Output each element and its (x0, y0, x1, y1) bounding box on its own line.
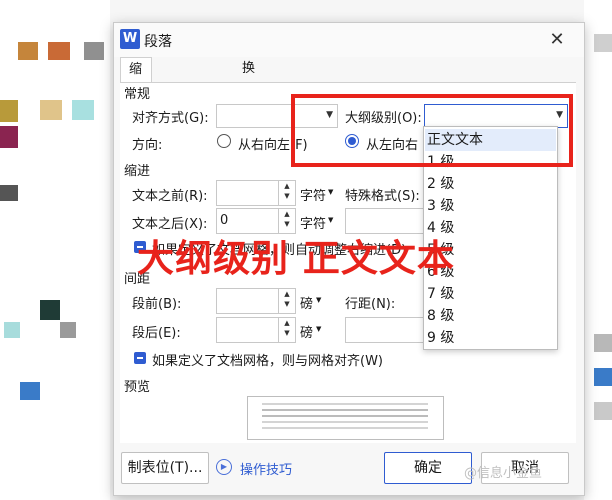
indent-before-unit[interactable]: 字符 (300, 185, 326, 204)
direction-label: 方向: (132, 138, 163, 153)
indent-before-input[interactable]: ▲ ▼ (216, 180, 296, 206)
preview-line (262, 403, 428, 405)
space-before-input[interactable]: ▲ ▼ (216, 288, 296, 314)
line-spacing-select[interactable] (345, 317, 427, 343)
background-block (594, 34, 612, 52)
indent-before-label: 文本之前(R): (132, 189, 208, 204)
preview-line (262, 409, 428, 411)
space-after-label: 段后(E): (132, 326, 181, 341)
indent-after-value: 0 (220, 213, 229, 228)
dialog-titlebar: W 段落 ✕ (114, 23, 584, 57)
background-block (84, 42, 104, 60)
chevron-down-icon: ▼ (316, 296, 322, 304)
background-block (594, 368, 612, 386)
background-column-right (584, 0, 612, 500)
background-block (594, 402, 612, 420)
tab-line-page-breaks[interactable]: 换行和分页(P) (234, 57, 268, 196)
background-block (72, 100, 94, 120)
tips-link[interactable]: 操作技巧 (240, 459, 292, 478)
background-block (18, 42, 38, 60)
section-indent: 缩进 (124, 164, 151, 179)
background-block (0, 126, 18, 148)
chevron-down-icon: ▼ (328, 216, 334, 224)
background-block (4, 322, 20, 338)
section-general: 常规 (124, 87, 151, 102)
background-block (0, 185, 18, 201)
dropdown-option-level-9[interactable]: 9 级 (427, 327, 454, 349)
preview-line (262, 415, 428, 417)
background-block (40, 100, 62, 120)
dropdown-option-level-3[interactable]: 3 级 (427, 195, 454, 217)
indent-before-stepper[interactable]: ▲ ▼ (278, 181, 295, 205)
highlight-box (291, 94, 573, 167)
background-block (594, 334, 612, 352)
tab-stops-button[interactable]: 制表位(T)... (121, 452, 209, 484)
background-block (60, 322, 76, 338)
space-before-stepper[interactable]: ▲ ▼ (278, 289, 295, 313)
space-before-label: 段前(B): (132, 297, 182, 312)
ok-button[interactable]: 确定 (384, 452, 472, 484)
background-column-left (0, 0, 110, 500)
chevron-down-icon: ▼ (328, 188, 334, 196)
annotation-text: 大纲级别 正文文本 (137, 237, 455, 280)
preview-line (262, 427, 428, 429)
background-block (40, 300, 60, 320)
chevron-down-icon: ▼ (316, 325, 322, 333)
space-after-unit[interactable]: 磅 (300, 322, 313, 341)
dialog-title: 段落 (144, 34, 172, 50)
line-spacing-label: 行距(N): (345, 297, 396, 312)
background-block (48, 42, 70, 60)
snap-to-grid-checkbox[interactable] (134, 352, 146, 364)
special-format-label: 特殊格式(S): (345, 189, 420, 204)
dropdown-option-level-2[interactable]: 2 级 (427, 173, 454, 195)
space-after-stepper[interactable]: ▲ ▼ (278, 318, 295, 342)
space-after-input[interactable]: ▲ ▼ (216, 317, 296, 343)
dropdown-option-level-7[interactable]: 7 级 (427, 283, 454, 305)
alignment-label: 对齐方式(G): (132, 111, 209, 126)
wps-writer-icon: W (120, 29, 140, 49)
play-icon[interactable]: ▶ (216, 459, 232, 475)
section-preview: 预览 (124, 380, 151, 395)
preview-line (262, 421, 428, 423)
space-before-unit[interactable]: 磅 (300, 293, 313, 312)
background-block (20, 382, 40, 400)
dropdown-option-level-8[interactable]: 8 级 (427, 305, 454, 327)
background-block (0, 100, 18, 122)
tab-indent-spacing[interactable]: 缩进和间距(I) (120, 57, 152, 197)
snap-to-grid-label: 如果定义了文档网格，则与网格对齐(W) (152, 354, 383, 369)
preview-box (247, 396, 444, 440)
close-icon[interactable]: ✕ (544, 27, 570, 53)
rtl-radio[interactable] (217, 134, 231, 148)
watermark: @信息小金鱼 (464, 466, 543, 481)
